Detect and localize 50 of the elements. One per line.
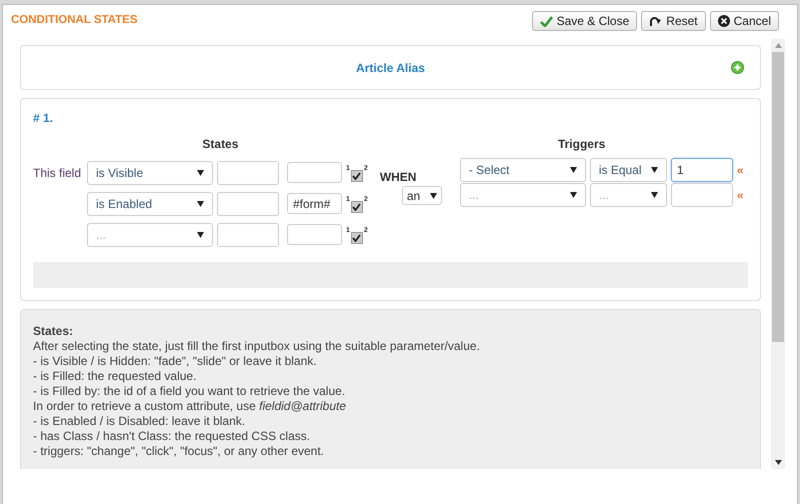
help-text: - is Visible / is Hidden: "fade", "slide" or leave it blank. (33, 354, 318, 369)
toolbar-button[interactable]: Cancel (710, 11, 779, 31)
help-text: In order to retrieve a custom attribute, use fieldid@attribute (33, 399, 348, 414)
help-text: - triggers: "change", "click", "focus", or any other event. (33, 444, 326, 459)
parameter-field[interactable] (217, 192, 279, 216)
caret-icon (650, 192, 658, 198)
state-dropdown[interactable]: is Visible (87, 160, 213, 184)
dialog-title: CONDITIONAL STATES (11, 13, 138, 28)
scroll-up-icon[interactable] (774, 43, 782, 48)
scroll-down-icon[interactable] (774, 460, 782, 465)
state-dropdown[interactable]: is Enabled (87, 192, 213, 216)
trigger-value-field[interactable] (670, 182, 733, 206)
comparison-dropdown[interactable]: is Equal (590, 158, 667, 182)
caret-icon (570, 166, 577, 172)
value-field[interactable]: #form# (287, 193, 342, 214)
check-icon (540, 16, 553, 26)
caret-icon (197, 170, 204, 176)
caret-icon (197, 232, 204, 238)
triggers-heading: Triggers (558, 137, 606, 151)
checkbox[interactable] (350, 232, 363, 244)
caret-icon (430, 192, 437, 198)
toolbar-button[interactable]: Reset (641, 11, 706, 31)
scroll-thumb[interactable] (772, 52, 784, 342)
states-heading: States (202, 137, 238, 151)
field-dropdown[interactable]: - Select (460, 158, 586, 182)
operator-dropdown[interactable]: an (402, 186, 442, 205)
add-icon[interactable] (731, 61, 744, 74)
value-field[interactable] (287, 162, 342, 183)
parameter-field[interactable] (217, 222, 279, 246)
caret-icon (197, 200, 204, 206)
parameter-field[interactable] (217, 160, 279, 184)
when-label: WHEN (380, 170, 418, 184)
help-text: After selecting the state, just fill the first inputbox using the suitable parameter/value. (33, 339, 481, 354)
value-field[interactable] (287, 224, 342, 245)
help-text: - has Class / hasn't Class: the requested CSS class. (33, 429, 312, 444)
redo-icon (649, 16, 662, 26)
checkbox[interactable] (350, 200, 363, 212)
caret-icon (570, 192, 577, 198)
help-title: States: (33, 324, 74, 339)
subject-label: This field (33, 166, 82, 180)
help-text: - is Enabled / is Disabled: leave it blank. (33, 414, 246, 429)
toolbar-button[interactable]: Save & Close (532, 11, 638, 31)
help-text: - is Filled by: the id of a field you want to retrieve the value. (33, 384, 346, 399)
caret-icon (650, 166, 658, 172)
help-text: - is Filled: the requested value. (33, 369, 198, 384)
field-title: Article Alias (356, 60, 425, 74)
checkbox[interactable] (350, 170, 363, 182)
condition-number: # 1. (33, 111, 54, 125)
trigger-value-field[interactable]: 1 (670, 158, 733, 182)
close-icon (718, 15, 730, 27)
